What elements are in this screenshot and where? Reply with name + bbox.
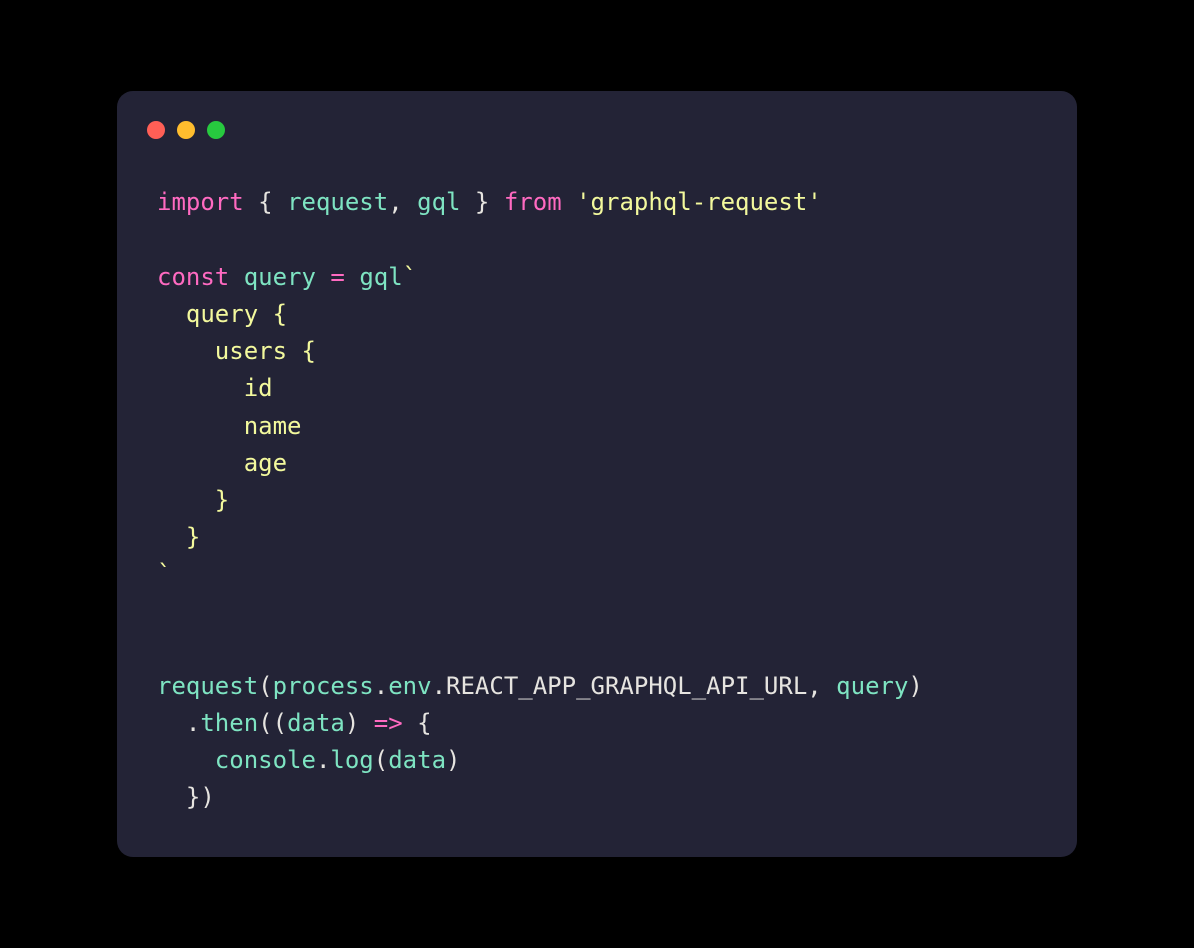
gql-body: query { bbox=[157, 300, 287, 328]
space bbox=[229, 263, 243, 291]
punct: ( bbox=[374, 746, 388, 774]
punct: . bbox=[186, 709, 200, 737]
ident-log: log bbox=[330, 746, 373, 774]
space bbox=[316, 263, 330, 291]
gql-body: } bbox=[157, 523, 200, 551]
punct-closing: }) bbox=[157, 783, 215, 811]
punct: ) bbox=[908, 672, 922, 700]
punct: ) bbox=[446, 746, 460, 774]
keyword-import: import bbox=[157, 188, 244, 216]
keyword-const: const bbox=[157, 263, 229, 291]
gql-body: name bbox=[157, 412, 302, 440]
indent bbox=[157, 709, 186, 737]
traffic-lights bbox=[117, 121, 1077, 184]
ident-request: request bbox=[287, 188, 388, 216]
ident-then: then bbox=[200, 709, 258, 737]
code-window: import { request, gql } from 'graphql-re… bbox=[117, 91, 1077, 856]
operator-eq: = bbox=[330, 263, 344, 291]
ident-gql: gql bbox=[359, 263, 402, 291]
keyword-from: from bbox=[504, 188, 562, 216]
punct: ( bbox=[258, 709, 272, 737]
ident-data-arg: data bbox=[388, 746, 446, 774]
punct: { bbox=[244, 188, 287, 216]
maximize-icon[interactable] bbox=[207, 121, 225, 139]
gql-body: } bbox=[157, 486, 229, 514]
punct: { bbox=[417, 709, 431, 737]
ident-gql: gql bbox=[417, 188, 460, 216]
space bbox=[345, 263, 359, 291]
punct: ) bbox=[345, 709, 359, 737]
ident-query: query bbox=[244, 263, 316, 291]
ident-console: console bbox=[215, 746, 316, 774]
gql-body: users { bbox=[157, 337, 316, 365]
arrow: => bbox=[374, 709, 403, 737]
punct: } bbox=[460, 188, 503, 216]
punct: ( bbox=[258, 672, 272, 700]
ident-query-arg: query bbox=[836, 672, 908, 700]
punct: ( bbox=[273, 709, 287, 737]
ident-env: env bbox=[388, 672, 431, 700]
ident-process: process bbox=[273, 672, 374, 700]
const-url: REACT_APP_GRAPHQL_API_URL bbox=[446, 672, 807, 700]
close-icon[interactable] bbox=[147, 121, 165, 139]
gql-body: age bbox=[157, 449, 287, 477]
code-block: import { request, gql } from 'graphql-re… bbox=[117, 184, 1077, 816]
punct: . bbox=[316, 746, 330, 774]
space bbox=[562, 188, 576, 216]
space bbox=[359, 709, 373, 737]
ident-request-call: request bbox=[157, 672, 258, 700]
punct: . bbox=[374, 672, 388, 700]
indent bbox=[157, 746, 215, 774]
gql-body: id bbox=[157, 374, 273, 402]
punct: , bbox=[388, 188, 417, 216]
ident-data: data bbox=[287, 709, 345, 737]
backtick: ` bbox=[157, 560, 171, 588]
string-package: 'graphql-request' bbox=[576, 188, 822, 216]
punct: , bbox=[807, 672, 836, 700]
space bbox=[403, 709, 417, 737]
minimize-icon[interactable] bbox=[177, 121, 195, 139]
punct: . bbox=[432, 672, 446, 700]
backtick: ` bbox=[403, 263, 417, 291]
